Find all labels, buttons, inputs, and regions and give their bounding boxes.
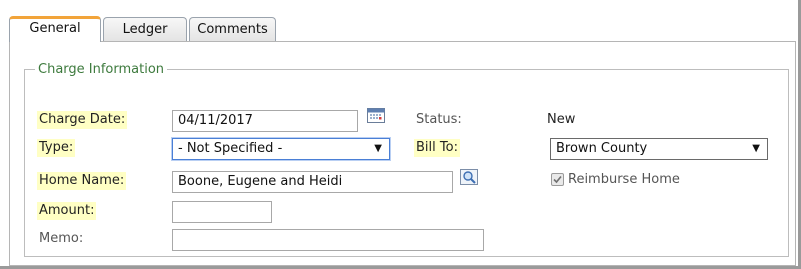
charge-date-input[interactable]: 04/11/2017 (172, 110, 358, 132)
home-name-input[interactable]: Boone, Eugene and Heidi (172, 171, 453, 193)
section-legend: Charge Information (38, 62, 165, 77)
charge-information-section: Charge Information Charge Date: 04/11/20… (24, 62, 789, 257)
status-value: New (547, 112, 576, 127)
bill-to-select[interactable]: Brown County ▼ (550, 138, 768, 160)
amount-input[interactable] (172, 201, 272, 223)
calendar-icon[interactable] (366, 106, 386, 124)
bill-to-select-value: Brown County (556, 141, 648, 156)
type-select-value: - Not Specified - (178, 141, 283, 156)
type-select[interactable]: - Not Specified - ▼ (172, 138, 390, 160)
home-name-label: Home Name: (37, 172, 127, 190)
reimburse-home-checkbox[interactable] (551, 173, 564, 186)
chevron-down-icon: ▼ (374, 143, 382, 154)
lookup-icon[interactable] (459, 168, 479, 186)
tab-ledger[interactable]: Ledger (103, 17, 187, 41)
tab-comments[interactable]: Comments (189, 17, 276, 41)
tab-panel-general: Charge Information Charge Date: 04/11/20… (9, 41, 796, 266)
memo-label: Memo: (39, 231, 84, 246)
memo-input[interactable] (172, 229, 484, 251)
amount-label: Amount: (37, 202, 97, 220)
tab-general[interactable]: General (9, 16, 101, 42)
type-label: Type: (37, 139, 76, 157)
charge-date-label: Charge Date: (37, 111, 128, 129)
tab-bar: General Ledger Comments (0, 0, 798, 42)
reimburse-home-label: Reimburse Home (568, 172, 680, 187)
chevron-down-icon: ▼ (752, 143, 760, 154)
bill-to-label: Bill To: (414, 139, 460, 157)
status-label: Status: (416, 112, 462, 127)
